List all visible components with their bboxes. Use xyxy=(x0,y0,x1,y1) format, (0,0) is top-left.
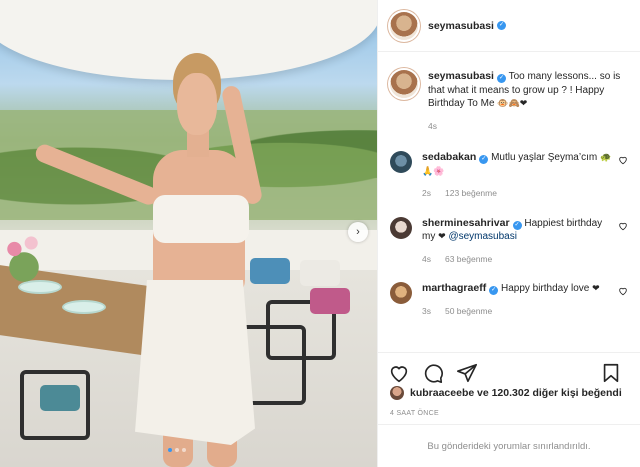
post-photo[interactable]: › xyxy=(0,0,377,467)
heart-icon[interactable] xyxy=(618,155,628,165)
carousel-dot xyxy=(175,448,179,452)
verified-icon: ✓ xyxy=(512,220,522,230)
comment: sherminesahrivar ✓ Happiest birthday my ❤… xyxy=(390,216,628,267)
comment-icon[interactable] xyxy=(422,362,444,384)
comment-likes[interactable]: 123 beğenme xyxy=(445,187,497,201)
avatar[interactable] xyxy=(390,11,418,40)
mention-link[interactable]: @seymasubasi xyxy=(448,231,517,242)
comment-username[interactable]: sherminesahrivar xyxy=(422,217,510,229)
comment-text: Mutlu yaşlar Şeyma’cım xyxy=(491,152,598,163)
comment-username[interactable]: sedabakan xyxy=(422,151,476,163)
share-icon[interactable] xyxy=(456,362,478,384)
comments-limited-notice: Bu gönderideki yorumlar sınırlandırıldı. xyxy=(378,424,640,467)
carousel-dot xyxy=(182,448,186,452)
face xyxy=(177,73,217,135)
avatar[interactable] xyxy=(390,151,412,173)
comment-time[interactable]: 4s xyxy=(422,253,431,267)
avatar[interactable] xyxy=(390,70,418,98)
avatar[interactable] xyxy=(390,386,404,400)
heart-icon[interactable] xyxy=(388,362,410,384)
white-skirt xyxy=(135,280,255,445)
comment-likes[interactable]: 50 beğenme xyxy=(445,305,492,319)
comment: sedabakan ✓ Mutlu yaşlar Şeyma’cım 🐢🙏🌸 2s… xyxy=(390,151,628,201)
avatar[interactable] xyxy=(390,216,412,239)
caption-time[interactable]: 4s xyxy=(428,120,437,134)
author-username[interactable]: seymasubasi xyxy=(428,20,494,32)
comment-emojis: ❤ xyxy=(592,283,600,293)
flower-vase xyxy=(0,225,48,285)
comment-username[interactable]: marthagraeff xyxy=(422,282,486,294)
verified-icon: ✓ xyxy=(489,286,499,295)
post-time[interactable]: 4 SAAT ÖNCE xyxy=(390,410,439,417)
likes-user[interactable]: kubraaceebe xyxy=(410,387,474,399)
save-icon[interactable] xyxy=(600,362,622,384)
cushion xyxy=(40,385,80,411)
person xyxy=(33,45,285,467)
comment: marthagraeff ✓ Happy birthday love ❤ 3s 5… xyxy=(390,282,628,318)
comment-time[interactable]: 3s xyxy=(422,305,431,319)
carousel-dots xyxy=(168,448,186,452)
comment-text: Happy birthday love xyxy=(500,283,590,294)
next-arrow-icon[interactable]: › xyxy=(348,222,368,242)
comment-time[interactable]: 2s xyxy=(422,187,431,201)
caption-username[interactable]: seymasubasi xyxy=(428,70,494,82)
instagram-post: › seymasubasi ✓ seymasubasi ✓ Too many le… xyxy=(0,0,640,467)
likes-count[interactable]: ve 120.302 diğer kişi beğendi xyxy=(477,387,622,399)
comments-list: seymasubasi ✓ Too many lessons... so is t… xyxy=(378,52,640,352)
caption-emojis: 🐵🙈❤ xyxy=(497,98,528,108)
post-sidebar: seymasubasi ✓ seymasubasi ✓ Too many less… xyxy=(377,0,640,467)
post-header: seymasubasi ✓ xyxy=(378,0,640,52)
heart-icon[interactable] xyxy=(618,221,628,231)
comment-likes[interactable]: 63 beğenme xyxy=(445,253,492,267)
white-top xyxy=(153,195,249,243)
verified-icon: ✓ xyxy=(496,21,506,30)
cushion xyxy=(310,288,350,314)
cushion xyxy=(300,260,340,286)
plate xyxy=(62,300,106,314)
avatar[interactable] xyxy=(390,282,412,304)
verified-icon: ✓ xyxy=(496,74,506,83)
likes-line: kubraaceebe ve 120.302 diğer kişi beğend… xyxy=(390,386,622,400)
heart-icon[interactable] xyxy=(618,286,628,296)
caption: seymasubasi ✓ Too many lessons... so is t… xyxy=(390,70,628,133)
carousel-dot xyxy=(168,448,172,452)
verified-icon: ✓ xyxy=(479,155,489,164)
comment-emojis: ❤ xyxy=(438,231,446,241)
